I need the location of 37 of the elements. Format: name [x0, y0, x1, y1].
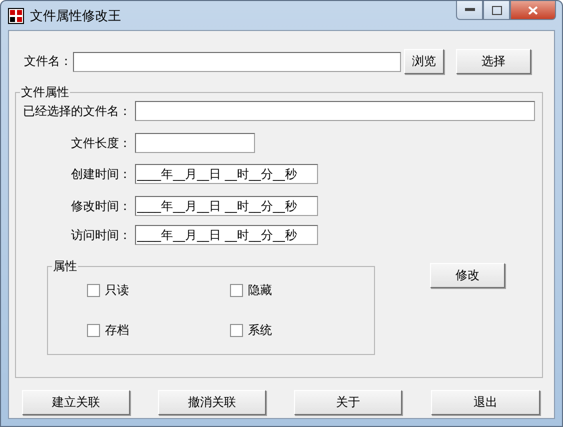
browse-button[interactable]: 浏览: [404, 49, 444, 74]
checkbox[interactable]: [87, 324, 100, 336]
action-button[interactable]: 关于: [294, 390, 402, 415]
field-label: 修改时间：: [70, 198, 131, 214]
action-button[interactable]: 撤消关联: [158, 390, 266, 415]
group-title: 属性: [52, 258, 78, 275]
text-field[interactable]: [135, 133, 255, 153]
field-label: 文件长度：: [70, 134, 131, 152]
maximize-icon: [492, 6, 502, 14]
field-label: 创建时间：: [70, 166, 131, 182]
modify-button[interactable]: 修改: [430, 263, 505, 288]
action-button[interactable]: 退出: [431, 390, 540, 415]
text-field[interactable]: [135, 101, 535, 121]
time-field[interactable]: ____年__月__日 __时__分__秒: [135, 196, 318, 216]
minimize-button[interactable]: [456, 1, 483, 20]
group-title: 文件属性: [20, 84, 70, 101]
time-field[interactable]: ____年__月__日 __时__分__秒: [135, 164, 318, 184]
select-button[interactable]: 选择: [456, 49, 531, 74]
checkbox[interactable]: [230, 324, 243, 336]
checkbox-label: 只读: [105, 282, 129, 298]
close-icon: [528, 6, 538, 14]
time-field[interactable]: ____年__月__日 __时__分__秒: [135, 225, 318, 245]
checkbox-label: 系统: [248, 322, 272, 338]
minimize-icon: [464, 8, 474, 12]
window-title: 文件属性修改王: [30, 8, 121, 24]
checkbox[interactable]: [87, 284, 100, 296]
checkbox-label: 存档: [105, 322, 129, 338]
checkbox-label: 隐藏: [248, 282, 272, 298]
field-label: 已经选择的文件名：: [22, 102, 131, 120]
file-name-field[interactable]: [73, 52, 401, 72]
close-button[interactable]: [510, 1, 556, 20]
checkbox[interactable]: [230, 284, 243, 296]
file-name-label: 文件名：: [24, 53, 73, 70]
field-label: 访问时间：: [70, 226, 131, 244]
maximize-button[interactable]: [483, 1, 510, 20]
action-button[interactable]: 建立关联: [22, 390, 130, 415]
app-icon: [8, 8, 24, 24]
